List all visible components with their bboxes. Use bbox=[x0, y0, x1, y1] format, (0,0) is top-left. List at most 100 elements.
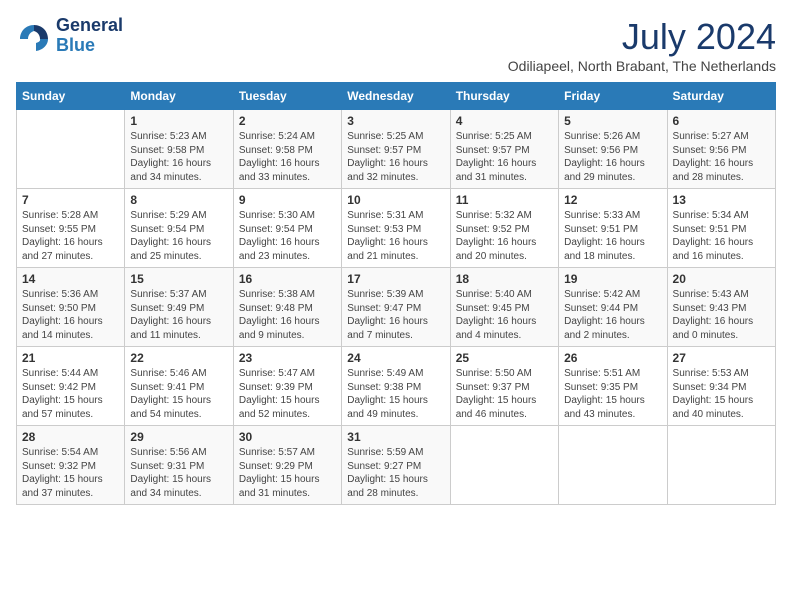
calendar-cell: 28 Sunrise: 5:54 AM Sunset: 9:32 PM Dayli… bbox=[17, 426, 125, 505]
day-info: Sunrise: 5:23 AM Sunset: 9:58 PM Dayligh… bbox=[130, 130, 227, 184]
day-number: 25 bbox=[456, 351, 553, 365]
day-info: Sunrise: 5:40 AM Sunset: 9:45 PM Dayligh… bbox=[456, 288, 553, 342]
calendar-cell: 1 Sunrise: 5:23 AM Sunset: 9:58 PM Daylig… bbox=[125, 110, 233, 189]
weekday-header-thursday: Thursday bbox=[450, 83, 558, 110]
calendar-cell: 31 Sunrise: 5:59 AM Sunset: 9:27 PM Dayli… bbox=[342, 426, 450, 505]
day-number: 6 bbox=[673, 114, 770, 128]
logo-text-blue: Blue bbox=[56, 36, 123, 56]
day-info: Sunrise: 5:53 AM Sunset: 9:34 PM Dayligh… bbox=[673, 367, 770, 421]
calendar-cell: 17 Sunrise: 5:39 AM Sunset: 9:47 PM Dayli… bbox=[342, 268, 450, 347]
logo: General Blue bbox=[16, 16, 123, 56]
day-number: 5 bbox=[564, 114, 661, 128]
weekday-header-row: SundayMondayTuesdayWednesdayThursdayFrid… bbox=[17, 83, 776, 110]
day-info: Sunrise: 5:49 AM Sunset: 9:38 PM Dayligh… bbox=[347, 367, 444, 421]
day-number: 13 bbox=[673, 193, 770, 207]
day-number: 17 bbox=[347, 272, 444, 286]
weekday-header-monday: Monday bbox=[125, 83, 233, 110]
calendar-cell: 9 Sunrise: 5:30 AM Sunset: 9:54 PM Daylig… bbox=[233, 189, 341, 268]
logo-icon bbox=[16, 21, 52, 51]
calendar-cell bbox=[17, 110, 125, 189]
calendar-week-row: 14Sunrise: 5:36 AM Sunset: 9:50 PM Dayli… bbox=[17, 268, 776, 347]
day-number: 27 bbox=[673, 351, 770, 365]
day-number: 10 bbox=[347, 193, 444, 207]
calendar-cell: 27 Sunrise: 5:53 AM Sunset: 9:34 PM Dayli… bbox=[667, 347, 775, 426]
day-info: Sunrise: 5:59 AM Sunset: 9:27 PM Dayligh… bbox=[347, 446, 444, 500]
title-area: July 2024 Odiliapeel, North Brabant, The… bbox=[508, 16, 776, 74]
calendar-week-row: 7Sunrise: 5:28 AM Sunset: 9:55 PM Daylig… bbox=[17, 189, 776, 268]
day-number: 22 bbox=[130, 351, 227, 365]
calendar-cell: 21Sunrise: 5:44 AM Sunset: 9:42 PM Dayli… bbox=[17, 347, 125, 426]
day-info: Sunrise: 5:25 AM Sunset: 9:57 PM Dayligh… bbox=[456, 130, 553, 184]
day-info: Sunrise: 5:32 AM Sunset: 9:52 PM Dayligh… bbox=[456, 209, 553, 263]
day-number: 18 bbox=[456, 272, 553, 286]
day-number: 3 bbox=[347, 114, 444, 128]
day-info: Sunrise: 5:39 AM Sunset: 9:47 PM Dayligh… bbox=[347, 288, 444, 342]
day-info: Sunrise: 5:34 AM Sunset: 9:51 PM Dayligh… bbox=[673, 209, 770, 263]
day-number: 23 bbox=[239, 351, 336, 365]
weekday-header-wednesday: Wednesday bbox=[342, 83, 450, 110]
day-info: Sunrise: 5:43 AM Sunset: 9:43 PM Dayligh… bbox=[673, 288, 770, 342]
day-number: 29 bbox=[130, 430, 227, 444]
calendar-cell: 18 Sunrise: 5:40 AM Sunset: 9:45 PM Dayli… bbox=[450, 268, 558, 347]
day-info: Sunrise: 5:54 AM Sunset: 9:32 PM Dayligh… bbox=[22, 446, 119, 500]
day-info: Sunrise: 5:38 AM Sunset: 9:48 PM Dayligh… bbox=[239, 288, 336, 342]
calendar-cell: 16 Sunrise: 5:38 AM Sunset: 9:48 PM Dayli… bbox=[233, 268, 341, 347]
calendar-cell: 8Sunrise: 5:29 AM Sunset: 9:54 PM Daylig… bbox=[125, 189, 233, 268]
calendar-cell: 15 Sunrise: 5:37 AM Sunset: 9:49 PM Dayli… bbox=[125, 268, 233, 347]
day-info: Sunrise: 5:46 AM Sunset: 9:41 PM Dayligh… bbox=[130, 367, 227, 421]
day-number: 19 bbox=[564, 272, 661, 286]
calendar-week-row: 21Sunrise: 5:44 AM Sunset: 9:42 PM Dayli… bbox=[17, 347, 776, 426]
day-number: 12 bbox=[564, 193, 661, 207]
day-info: Sunrise: 5:50 AM Sunset: 9:37 PM Dayligh… bbox=[456, 367, 553, 421]
calendar-cell: 10 Sunrise: 5:31 AM Sunset: 9:53 PM Dayli… bbox=[342, 189, 450, 268]
calendar-cell: 13 Sunrise: 5:34 AM Sunset: 9:51 PM Dayli… bbox=[667, 189, 775, 268]
day-info: Sunrise: 5:57 AM Sunset: 9:29 PM Dayligh… bbox=[239, 446, 336, 500]
day-number: 30 bbox=[239, 430, 336, 444]
calendar-table: SundayMondayTuesdayWednesdayThursdayFrid… bbox=[16, 82, 776, 505]
day-number: 21 bbox=[22, 351, 119, 365]
day-info: Sunrise: 5:24 AM Sunset: 9:58 PM Dayligh… bbox=[239, 130, 336, 184]
calendar-cell: 12Sunrise: 5:33 AM Sunset: 9:51 PM Dayli… bbox=[559, 189, 667, 268]
day-number: 16 bbox=[239, 272, 336, 286]
location-subtitle: Odiliapeel, North Brabant, The Netherlan… bbox=[508, 58, 776, 74]
calendar-cell: 7Sunrise: 5:28 AM Sunset: 9:55 PM Daylig… bbox=[17, 189, 125, 268]
calendar-cell: 11 Sunrise: 5:32 AM Sunset: 9:52 PM Dayli… bbox=[450, 189, 558, 268]
day-info: Sunrise: 5:37 AM Sunset: 9:49 PM Dayligh… bbox=[130, 288, 227, 342]
day-info: Sunrise: 5:36 AM Sunset: 9:50 PM Dayligh… bbox=[22, 288, 119, 342]
day-number: 11 bbox=[456, 193, 553, 207]
weekday-header-friday: Friday bbox=[559, 83, 667, 110]
calendar-cell: 23 Sunrise: 5:47 AM Sunset: 9:39 PM Dayli… bbox=[233, 347, 341, 426]
logo-text-general: General bbox=[56, 16, 123, 36]
day-info: Sunrise: 5:25 AM Sunset: 9:57 PM Dayligh… bbox=[347, 130, 444, 184]
calendar-week-row: 1 Sunrise: 5:23 AM Sunset: 9:58 PM Daylig… bbox=[17, 110, 776, 189]
month-title: July 2024 bbox=[508, 16, 776, 58]
day-info: Sunrise: 5:56 AM Sunset: 9:31 PM Dayligh… bbox=[130, 446, 227, 500]
day-number: 31 bbox=[347, 430, 444, 444]
day-info: Sunrise: 5:30 AM Sunset: 9:54 PM Dayligh… bbox=[239, 209, 336, 263]
calendar-week-row: 28 Sunrise: 5:54 AM Sunset: 9:32 PM Dayli… bbox=[17, 426, 776, 505]
day-number: 28 bbox=[22, 430, 119, 444]
day-number: 24 bbox=[347, 351, 444, 365]
calendar-cell: 4Sunrise: 5:25 AM Sunset: 9:57 PM Daylig… bbox=[450, 110, 558, 189]
page-header: General Blue July 2024 Odiliapeel, North… bbox=[16, 16, 776, 74]
calendar-cell: 20Sunrise: 5:43 AM Sunset: 9:43 PM Dayli… bbox=[667, 268, 775, 347]
calendar-cell: 26Sunrise: 5:51 AM Sunset: 9:35 PM Dayli… bbox=[559, 347, 667, 426]
weekday-header-sunday: Sunday bbox=[17, 83, 125, 110]
day-number: 9 bbox=[239, 193, 336, 207]
day-info: Sunrise: 5:47 AM Sunset: 9:39 PM Dayligh… bbox=[239, 367, 336, 421]
calendar-cell: 5Sunrise: 5:26 AM Sunset: 9:56 PM Daylig… bbox=[559, 110, 667, 189]
weekday-header-tuesday: Tuesday bbox=[233, 83, 341, 110]
day-info: Sunrise: 5:31 AM Sunset: 9:53 PM Dayligh… bbox=[347, 209, 444, 263]
day-number: 1 bbox=[130, 114, 227, 128]
calendar-cell: 6Sunrise: 5:27 AM Sunset: 9:56 PM Daylig… bbox=[667, 110, 775, 189]
calendar-cell: 2 Sunrise: 5:24 AM Sunset: 9:58 PM Daylig… bbox=[233, 110, 341, 189]
day-info: Sunrise: 5:29 AM Sunset: 9:54 PM Dayligh… bbox=[130, 209, 227, 263]
calendar-cell: 19 Sunrise: 5:42 AM Sunset: 9:44 PM Dayli… bbox=[559, 268, 667, 347]
day-number: 26 bbox=[564, 351, 661, 365]
day-info: Sunrise: 5:28 AM Sunset: 9:55 PM Dayligh… bbox=[22, 209, 119, 263]
calendar-cell: 30 Sunrise: 5:57 AM Sunset: 9:29 PM Dayli… bbox=[233, 426, 341, 505]
calendar-cell: 14Sunrise: 5:36 AM Sunset: 9:50 PM Dayli… bbox=[17, 268, 125, 347]
day-info: Sunrise: 5:42 AM Sunset: 9:44 PM Dayligh… bbox=[564, 288, 661, 342]
day-number: 15 bbox=[130, 272, 227, 286]
day-number: 2 bbox=[239, 114, 336, 128]
